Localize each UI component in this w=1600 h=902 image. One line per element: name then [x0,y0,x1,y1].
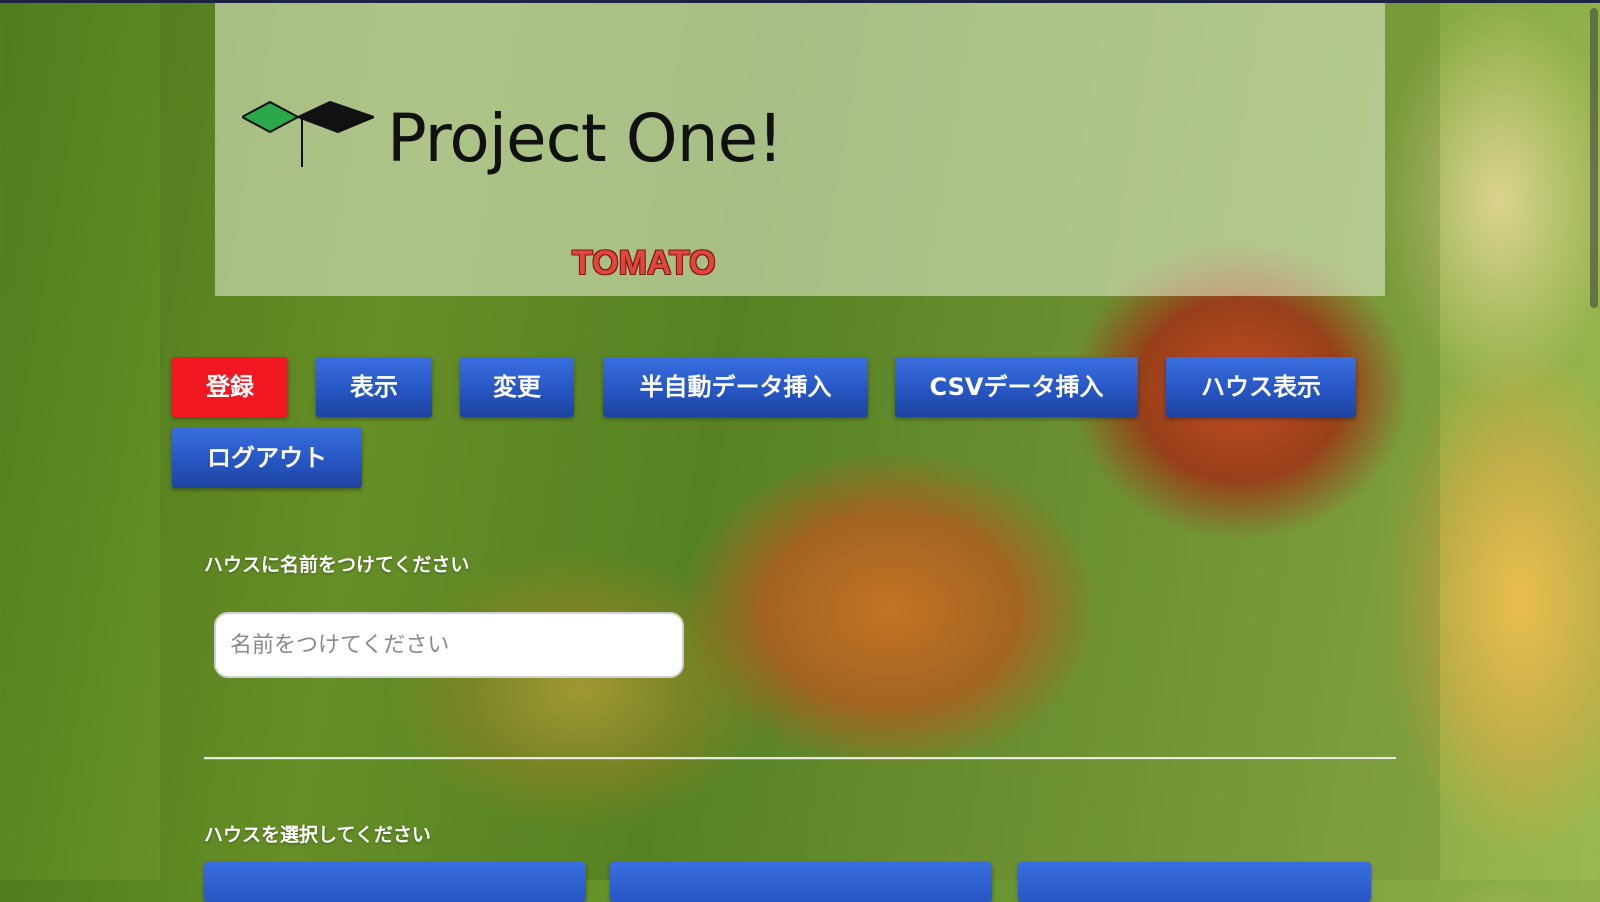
logout-button[interactable]: ログアウト [172,428,362,488]
crop-title: TOMATO [572,244,716,282]
register-button[interactable]: 登録 [172,357,288,417]
house-name-label: ハウスに名前をつけてください [204,554,470,576]
semi-auto-data-insert-button[interactable]: 半自動データ挿入 [603,357,868,417]
display-button[interactable]: 表示 [316,357,432,417]
csv-data-insert-button[interactable]: CSVデータ挿入 [895,357,1138,417]
edit-button[interactable]: 変更 [460,357,574,417]
logo-text: Project One! [387,100,784,177]
house-display-button[interactable]: ハウス表示 [1166,357,1356,417]
section-divider [204,757,1396,760]
house-select-button[interactable] [204,862,586,902]
site-header: Project One! TOMATO [215,3,1385,296]
house-select-button[interactable] [1018,862,1371,902]
scrollbar-thumb[interactable] [1590,8,1598,308]
house-select-button[interactable] [610,862,992,902]
house-name-input[interactable] [214,612,684,678]
sprout-logo-icon [242,100,374,167]
house-select-label: ハウスを選択してください [204,824,431,846]
